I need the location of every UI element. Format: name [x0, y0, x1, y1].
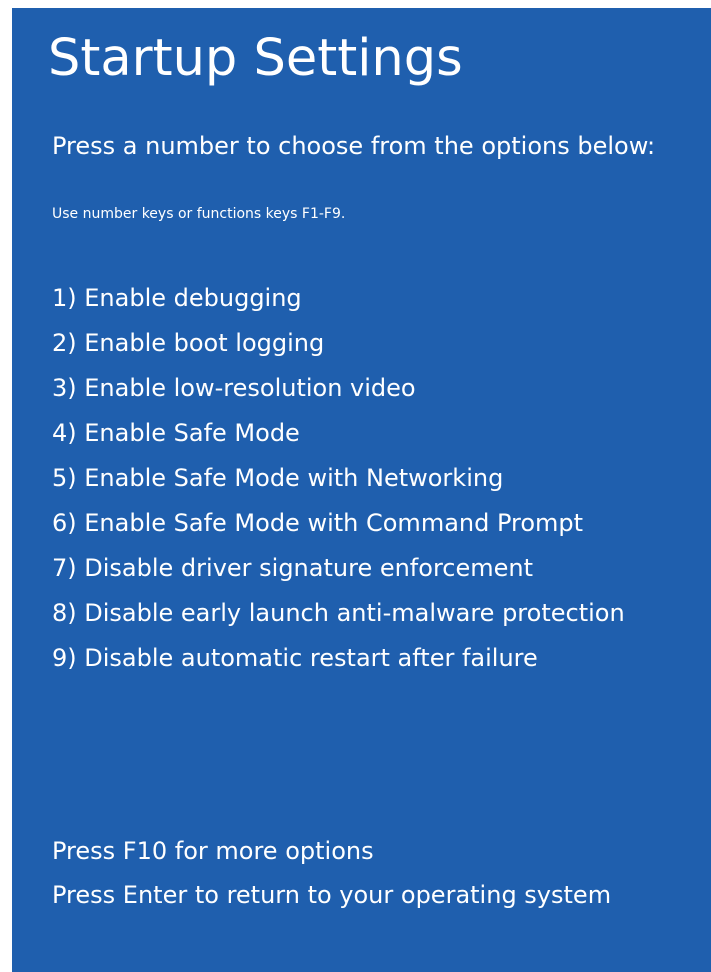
option-enable-boot-logging[interactable]: 2) Enable boot logging — [52, 321, 625, 366]
instructions-text: Press a number to choose from the option… — [52, 132, 656, 160]
option-safe-mode-command-prompt[interactable]: 6) Enable Safe Mode with Command Prompt — [52, 501, 625, 546]
startup-settings-screen: Startup Settings Press a number to choos… — [12, 8, 711, 972]
key-hint-text: Use number keys or functions keys F1-F9. — [52, 206, 346, 222]
footer: Press F10 for more options Press Enter t… — [52, 829, 611, 917]
option-disable-early-launch-anti-malware[interactable]: 8) Disable early launch anti-malware pro… — [52, 591, 625, 636]
option-disable-automatic-restart[interactable]: 9) Disable automatic restart after failu… — [52, 636, 625, 681]
option-safe-mode-networking[interactable]: 5) Enable Safe Mode with Networking — [52, 456, 625, 501]
option-enable-low-resolution-video[interactable]: 3) Enable low-resolution video — [52, 366, 625, 411]
option-enable-debugging[interactable]: 1) Enable debugging — [52, 276, 625, 321]
option-disable-driver-signature-enforcement[interactable]: 7) Disable driver signature enforcement — [52, 546, 625, 591]
option-enable-safe-mode[interactable]: 4) Enable Safe Mode — [52, 411, 625, 456]
return-to-os-prompt[interactable]: Press Enter to return to your operating … — [52, 873, 611, 917]
startup-options-list: 1) Enable debugging 2) Enable boot loggi… — [52, 276, 625, 681]
page-title: Startup Settings — [48, 29, 463, 88]
more-options-prompt[interactable]: Press F10 for more options — [52, 829, 611, 873]
